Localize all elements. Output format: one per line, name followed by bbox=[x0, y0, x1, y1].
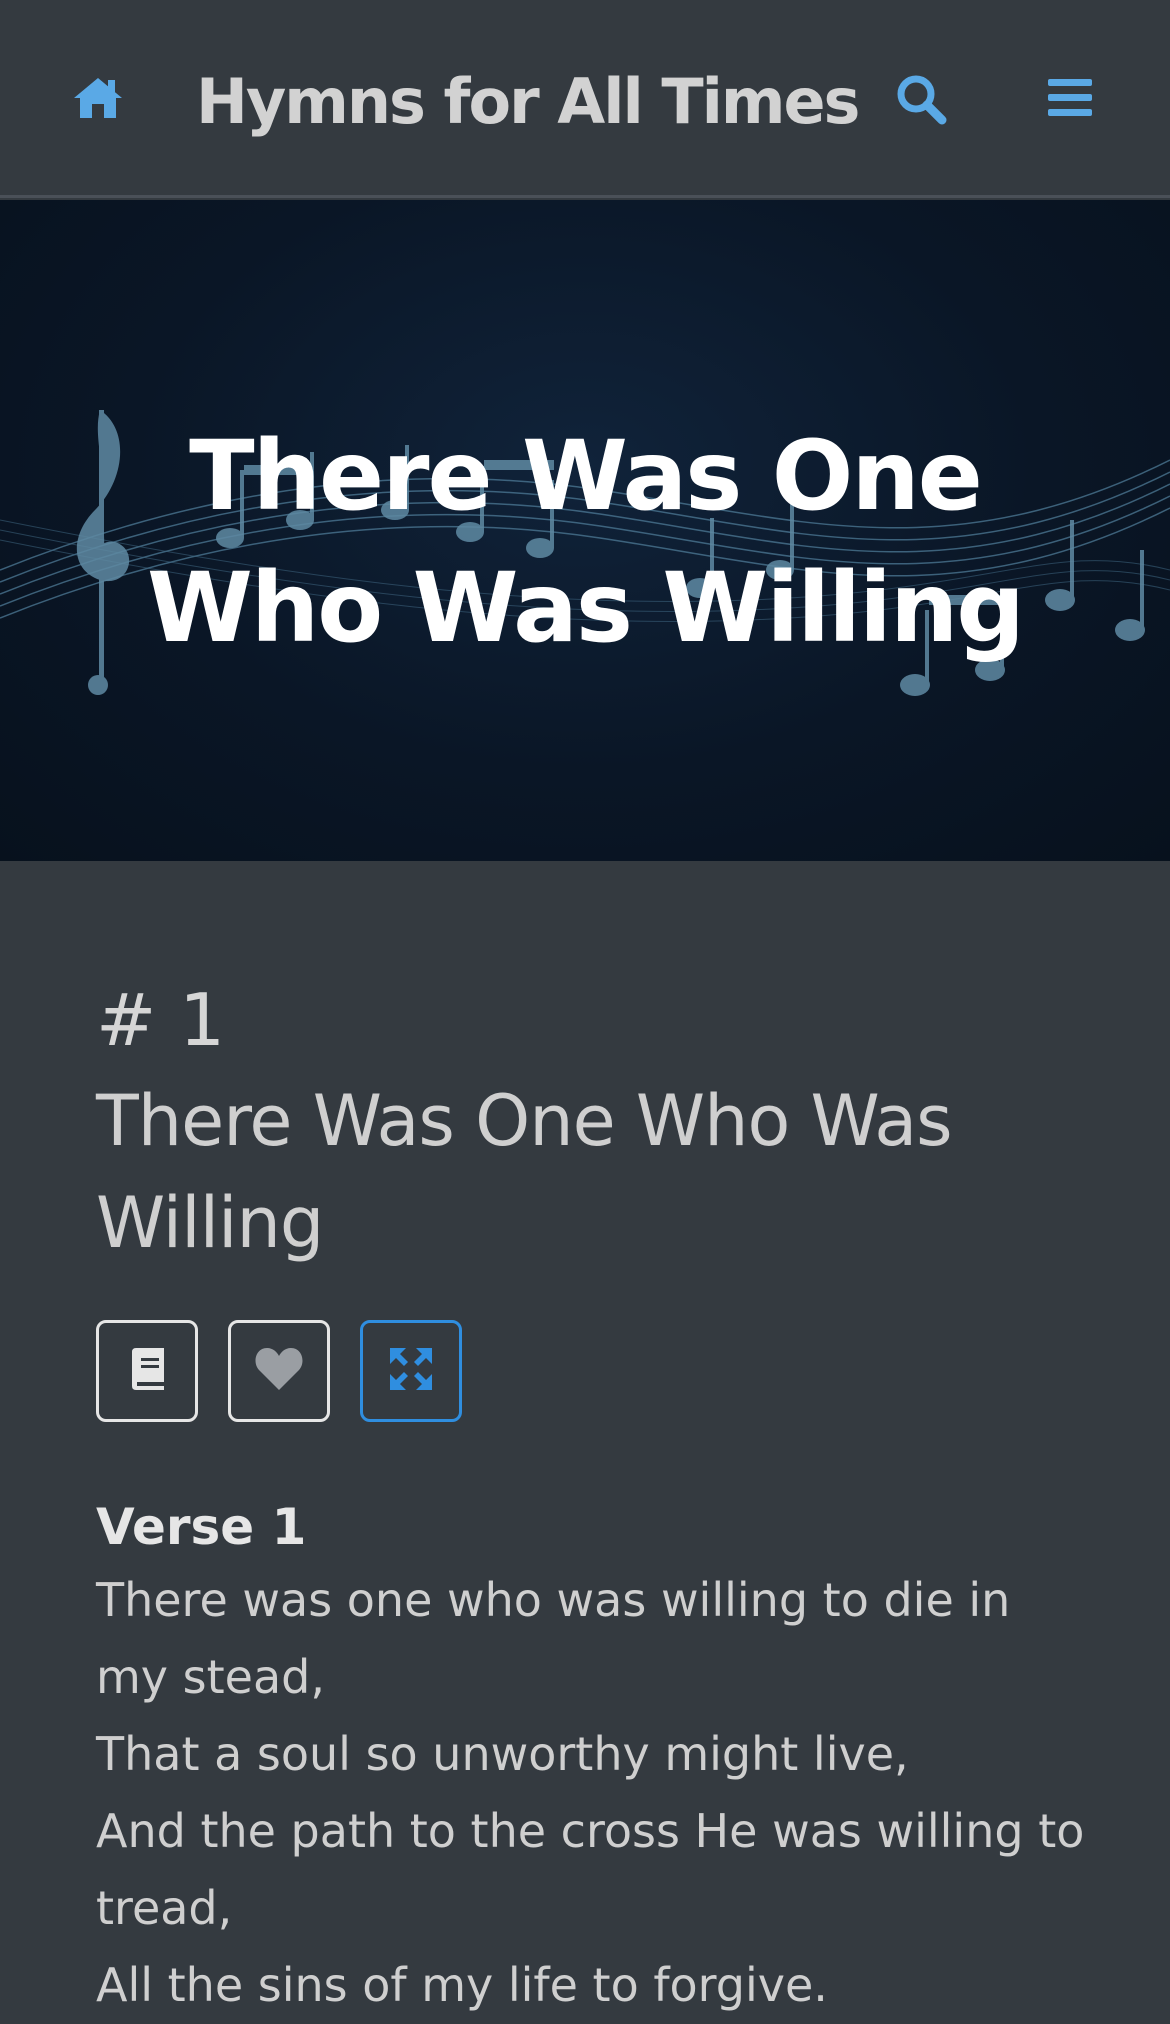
verse-line: All the sins of my life to forgive. bbox=[96, 1958, 828, 2012]
hero-banner: There Was One Who Was Willing bbox=[0, 200, 1170, 861]
expand-icon bbox=[388, 1346, 434, 1396]
hymn-title: There Was One Who Was Willing bbox=[96, 1080, 953, 1264]
verse-label: Verse 1 bbox=[96, 1498, 307, 1556]
hymn-number: # 1 bbox=[96, 978, 226, 1062]
hero-title: There Was One Who Was Willing bbox=[147, 420, 1025, 664]
book-button[interactable] bbox=[96, 1320, 198, 1422]
search-icon[interactable] bbox=[894, 72, 948, 126]
verse-line: That a soul so unworthy might live, bbox=[96, 1727, 909, 1781]
fullscreen-button[interactable] bbox=[360, 1320, 462, 1422]
heart-icon bbox=[254, 1346, 304, 1396]
hymn-actions bbox=[96, 1320, 1096, 1422]
home-icon[interactable] bbox=[72, 74, 124, 122]
site-brand[interactable]: Hymns for All Times bbox=[196, 58, 860, 146]
hamburger-menu-icon[interactable] bbox=[1046, 76, 1094, 120]
hymn-content: # 1 There Was One Who Was Willing Verse … bbox=[96, 970, 1096, 2024]
favorite-button[interactable] bbox=[228, 1320, 330, 1422]
verse-line: There was one who was willing to die in … bbox=[96, 1573, 1011, 1704]
verse-1: Verse 1 There was one who was willing to… bbox=[96, 1492, 1096, 2024]
verse-line: And the path to the cross He was willing… bbox=[96, 1804, 1085, 1935]
book-icon bbox=[124, 1346, 170, 1396]
top-navbar: Hymns for All Times bbox=[0, 0, 1170, 198]
